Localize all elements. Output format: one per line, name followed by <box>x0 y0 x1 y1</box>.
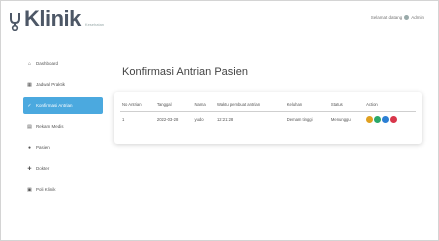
column-header-waktu: Waktu pembuat antrian <box>214 99 285 112</box>
user-icon: ● <box>27 144 32 151</box>
cell-no-antrian: 1 <box>122 117 125 122</box>
column-header-status: Status <box>328 99 365 112</box>
stethoscope-icon <box>8 11 22 32</box>
home-icon: ⌂ <box>27 60 32 67</box>
column-header-action: Action <box>364 99 416 112</box>
column-header-no-antrian: No Antrian <box>120 99 155 112</box>
calendar-icon: ▦ <box>27 81 32 88</box>
sidebar: ⌂ Dashboard ▦ Jadwal Praktik ✓ Konfirmas… <box>23 55 103 202</box>
sidebar-item-label: Poli Klinik <box>36 187 56 192</box>
user-greeting: Selamat datang <box>370 15 403 20</box>
check-icon: ✓ <box>27 102 32 109</box>
sidebar-item-label: Konfirmasi Antrian <box>36 103 73 108</box>
cell-nama: yudo <box>194 117 204 122</box>
clinic-icon: ▣ <box>27 186 32 193</box>
logo-text: Klinik <box>24 6 81 31</box>
table-row: 1 2022-03-28 yudo 12:21:28 Demam tinggi … <box>120 112 416 128</box>
app-logo[interactable]: Klinik Kesehatan <box>8 6 105 32</box>
queue-table: No Antrian Tanggal Nama Waktu pembuat an… <box>120 99 416 127</box>
top-bar: Klinik Kesehatan Selamat datang Admin <box>1 1 438 43</box>
edit-icon[interactable] <box>366 116 374 123</box>
page-title: Konfirmasi Antrian Pasien <box>122 66 248 78</box>
sidebar-item-label: Dashboard <box>36 61 59 66</box>
file-icon: ▤ <box>27 123 32 130</box>
sidebar-item-poli-klinik[interactable]: ▣ Poli Klinik <box>23 181 103 198</box>
info-icon[interactable] <box>382 116 390 123</box>
sidebar-item-dokter[interactable]: ✚ Dokter <box>23 160 103 177</box>
cell-waktu: 12:21:28 <box>216 117 234 122</box>
sidebar-item-jadwal-praktik[interactable]: ▦ Jadwal Praktik <box>23 76 103 93</box>
sidebar-item-label: Dokter <box>36 166 50 171</box>
sidebar-item-label: Jadwal Praktik <box>36 82 66 87</box>
cell-keluhan: Demam tinggi <box>286 117 313 122</box>
user-name: Admin <box>411 15 424 20</box>
logo-subtitle: Kesehatan <box>84 22 105 27</box>
sidebar-item-label: Rekam Medis <box>36 124 64 129</box>
app-window: Klinik Kesehatan Selamat datang Admin ⌂ … <box>0 0 439 241</box>
column-header-nama: Nama <box>192 99 215 112</box>
user-menu[interactable]: Selamat datang Admin <box>371 15 424 20</box>
confirm-icon[interactable] <box>374 116 382 123</box>
sidebar-item-dashboard[interactable]: ⌂ Dashboard <box>23 55 103 72</box>
sidebar-item-pasien[interactable]: ● Pasien <box>23 139 103 156</box>
column-header-keluhan: Keluhan <box>284 99 329 112</box>
table-header-row: No Antrian Tanggal Nama Waktu pembuat an… <box>120 99 416 112</box>
sidebar-item-label: Pasien <box>36 145 50 150</box>
sidebar-item-konfirmasi-antrian[interactable]: ✓ Konfirmasi Antrian <box>23 97 103 114</box>
column-header-tanggal: Tanggal <box>154 99 193 112</box>
delete-icon[interactable] <box>390 116 398 123</box>
cell-status: Menunggu <box>330 117 351 122</box>
avatar <box>404 15 410 20</box>
sidebar-item-rekam-medis[interactable]: ▤ Rekam Medis <box>23 118 103 135</box>
cell-actions <box>364 112 416 128</box>
doctor-icon: ✚ <box>27 165 32 172</box>
queue-table-card: No Antrian Tanggal Nama Waktu pembuat an… <box>114 92 422 144</box>
cell-tanggal: 2022-03-28 <box>156 117 179 122</box>
